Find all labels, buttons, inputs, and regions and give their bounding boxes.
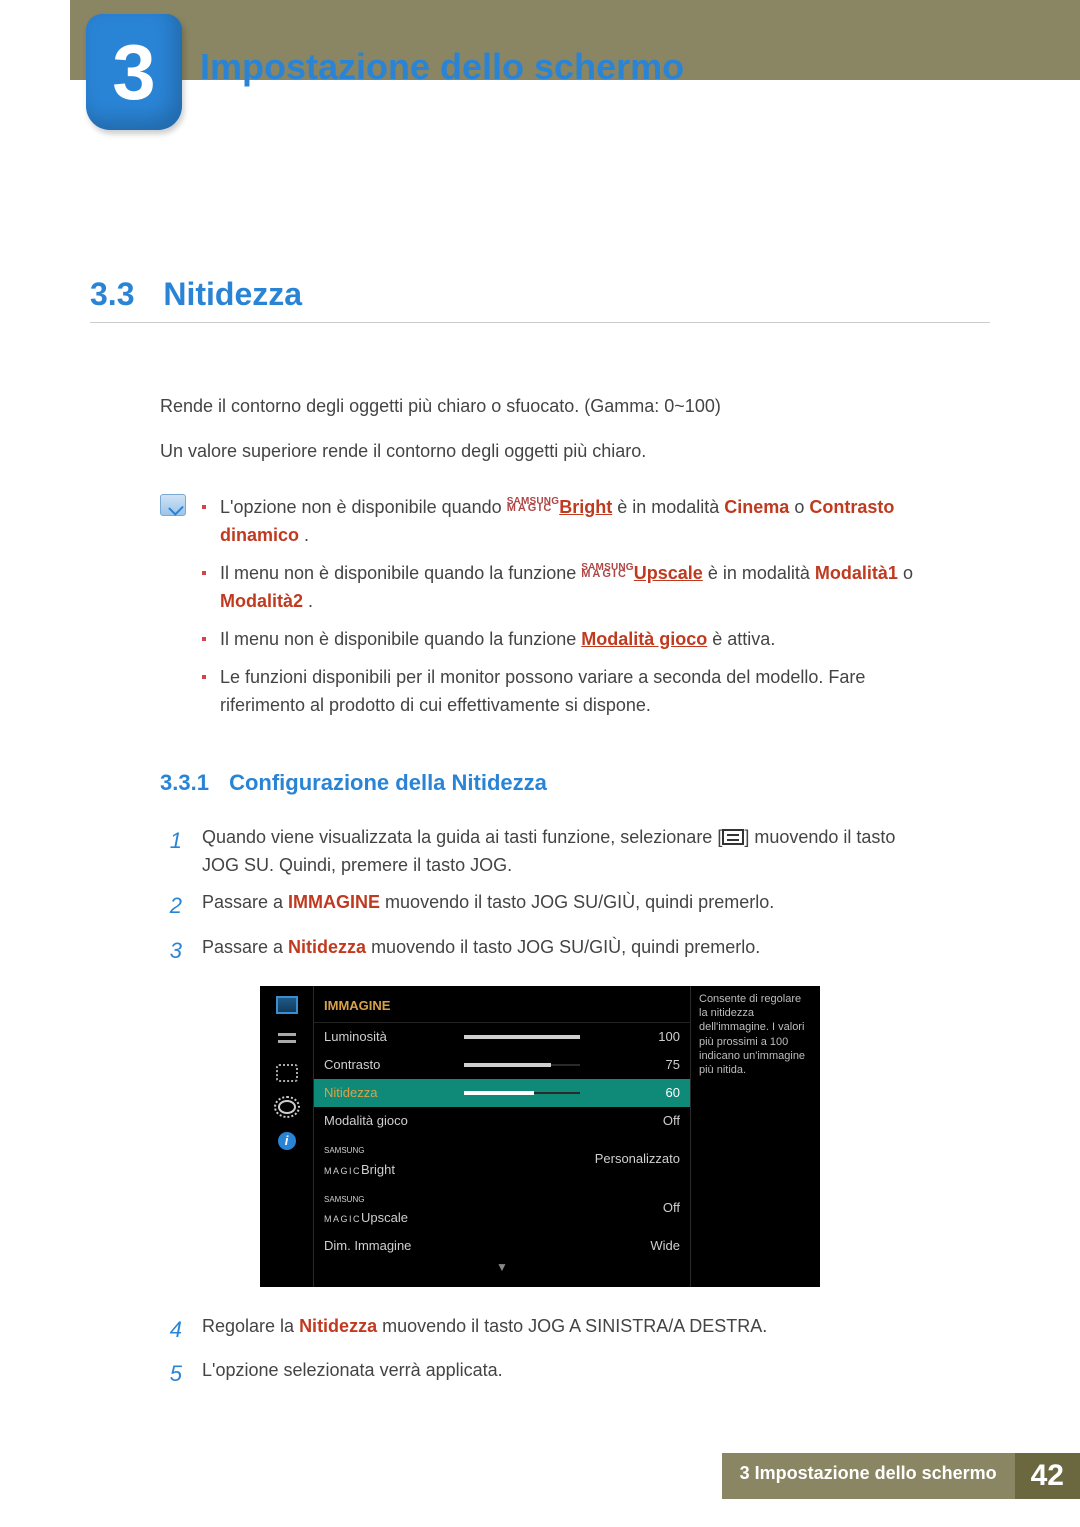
note-item: L'opzione non è disponibile quando SAMSU…	[202, 494, 920, 550]
section-paragraph: Rende il contorno degli oggetti più chia…	[160, 393, 920, 421]
osd-row-value: 60	[590, 1083, 680, 1103]
osd-row-label: Nitidezza	[324, 1083, 454, 1103]
osd-row-value: 100	[590, 1027, 680, 1047]
osd-slider	[464, 1036, 580, 1038]
osd-row-label: Luminosità	[324, 1027, 454, 1047]
step-number: 3	[160, 934, 182, 968]
osd-hint: Consente di regolare la nitidezza dell'i…	[690, 986, 820, 1287]
settings-tab-icon	[276, 1098, 298, 1116]
subsection-title: Configurazione della Nitidezza	[229, 770, 547, 795]
osd-row: Contrasto 75	[314, 1051, 690, 1079]
osd-row-value: Wide	[590, 1236, 680, 1256]
osd-row-value: 75	[590, 1055, 680, 1075]
osd-row: SAMSUNGMAGICBright Personalizzato	[314, 1135, 690, 1183]
osd-row: Dim. Immagine Wide	[314, 1232, 690, 1260]
chapter-number-badge: 3	[86, 14, 182, 130]
scroll-down-icon: ▼	[314, 1258, 690, 1277]
osd-row: Nitidezza 60	[314, 1079, 690, 1107]
step-number: 4	[160, 1313, 182, 1347]
samsung-magic-label: SAMSUNGMAGIC	[581, 564, 634, 579]
subsection-number: 3.3.1	[160, 770, 209, 795]
osd-header: IMMAGINE	[314, 992, 690, 1023]
section-title: Nitidezza	[163, 276, 302, 312]
osd-main: IMMAGINE Luminosità 100 Contrasto 75 Nitidez…	[314, 986, 690, 1287]
note-item: Il menu non è disponibile quando la funz…	[202, 560, 920, 616]
osd-row-label: SAMSUNGMAGICBright	[324, 1139, 454, 1179]
chapter-title: Impostazione dello schermo	[200, 46, 684, 88]
osd-slider	[464, 1092, 580, 1094]
section-heading: 3.3 Nitidezza	[90, 270, 990, 323]
note-item: Le funzioni disponibili per il monitor p…	[202, 664, 920, 720]
osd-row-value: Personalizzato	[590, 1149, 680, 1169]
osd-row-label: Dim. Immagine	[324, 1236, 454, 1256]
section-paragraph: Un valore superiore rende il contorno de…	[160, 438, 920, 466]
expand-tab-icon	[276, 1064, 298, 1082]
osd-row-label: SAMSUNGMAGICUpscale	[324, 1188, 454, 1228]
step: 1 Quando viene visualizzata la guida ai …	[160, 824, 920, 880]
note-icon	[160, 494, 186, 516]
step-number: 2	[160, 889, 182, 923]
step: 3 Passare a Nitidezza muovendo il tasto …	[160, 934, 920, 968]
osd-row-label: Contrasto	[324, 1055, 454, 1075]
osd-row: Modalità gioco Off	[314, 1107, 690, 1135]
step-number: 5	[160, 1357, 182, 1391]
footer-page-number: 42	[1015, 1453, 1080, 1499]
osd-menu-figure: i IMMAGINE Luminosità 100 Contrasto 75 Nitid…	[260, 986, 820, 1287]
step: 4 Regolare la Nitidezza muovendo il tast…	[160, 1313, 920, 1347]
onscreen-tab-icon	[276, 1030, 298, 1048]
picture-tab-icon	[276, 996, 298, 1014]
section-number: 3.3	[90, 276, 134, 312]
page-content: 3.3 Nitidezza Rende il contorno degli og…	[0, 80, 1080, 1391]
note-item: Il menu non è disponibile quando la funz…	[202, 626, 920, 654]
step-number: 1	[160, 824, 182, 880]
osd-row: Luminosità 100	[314, 1023, 690, 1051]
step: 2 Passare a IMMAGINE muovendo il tasto J…	[160, 889, 920, 923]
step: 5 L'opzione selezionata verrà applicata.	[160, 1357, 920, 1391]
page-footer: 3 Impostazione dello schermo 42	[722, 1453, 1080, 1499]
subsection-heading: 3.3.1 Configurazione della Nitidezza	[160, 766, 990, 800]
osd-slider	[464, 1064, 580, 1066]
footer-chapter-title: 3 Impostazione dello schermo	[722, 1453, 1015, 1499]
osd-row-value: Off	[590, 1198, 680, 1218]
osd-row-value: Off	[590, 1111, 680, 1131]
samsung-magic-label: SAMSUNGMAGIC	[507, 498, 560, 513]
osd-row: SAMSUNGMAGICUpscale Off	[314, 1184, 690, 1232]
note-block: L'opzione non è disponibile quando SAMSU…	[160, 494, 920, 729]
info-tab-icon: i	[278, 1132, 296, 1150]
osd-row-label: Modalità gioco	[324, 1111, 454, 1131]
menu-icon	[722, 829, 744, 845]
osd-sidebar: i	[260, 986, 314, 1287]
